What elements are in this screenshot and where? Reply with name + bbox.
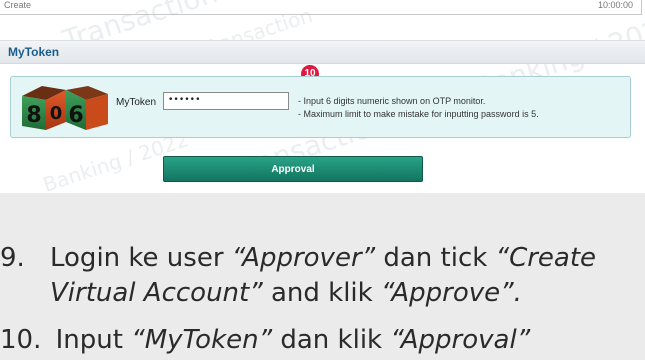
step-text: Input bbox=[55, 325, 132, 355]
step-text: dan tick bbox=[375, 243, 496, 273]
step-text-emphasis: “MyToken” bbox=[131, 325, 273, 355]
mytoken-section-header: MyToken bbox=[0, 40, 645, 64]
step-number: 9. bbox=[0, 243, 25, 273]
row-left-text: Create bbox=[4, 0, 32, 10]
step-text: Login ke user bbox=[50, 243, 232, 273]
step-text-emphasis: “Approval” bbox=[390, 325, 531, 355]
hint-text: - Maximum limit to make mistake for inpu… bbox=[298, 109, 539, 119]
token-cube-icon: 8 0 6 bbox=[22, 86, 108, 130]
step-text: and klik bbox=[262, 278, 381, 308]
step-9-line-2: Virtual Account” and klik “Approve”. bbox=[50, 273, 522, 313]
step-text: dan klik bbox=[272, 325, 391, 355]
section-title: MyToken bbox=[8, 45, 60, 59]
hint-text: - Input 6 digits numeric shown on OTP mo… bbox=[298, 96, 486, 106]
step-text-emphasis: “Create bbox=[495, 243, 597, 273]
mytoken-input[interactable]: •••••• bbox=[163, 92, 289, 110]
previous-table-row: Create 10:00:00 bbox=[0, 0, 642, 15]
step-text-emphasis: “Approver” bbox=[231, 243, 376, 273]
step-9-line-1: 9. Login ke user “Approver” dan tick “Cr… bbox=[0, 238, 597, 278]
cube-digit: 8 bbox=[26, 103, 41, 128]
step-text-emphasis: Virtual Account” bbox=[50, 278, 263, 308]
row-right-text: 10:00:00 bbox=[597, 0, 633, 10]
cube-digit: 6 bbox=[68, 103, 83, 128]
cube-digit: 0 bbox=[50, 103, 63, 124]
approval-button[interactable]: Approval bbox=[163, 156, 423, 182]
step-number: 10. bbox=[0, 325, 42, 355]
mytoken-panel: 8 0 6 MyToken •••••• - Input 6 digits nu… bbox=[10, 76, 631, 138]
step-text-emphasis: “Approve”. bbox=[380, 278, 522, 308]
mytoken-label: MyToken bbox=[116, 97, 157, 108]
app-screenshot-panel: Transaction Transaction Banking / 2022 B… bbox=[0, 0, 645, 193]
step-10: 10. Input “MyToken” dan klik “Approval” bbox=[0, 320, 530, 360]
